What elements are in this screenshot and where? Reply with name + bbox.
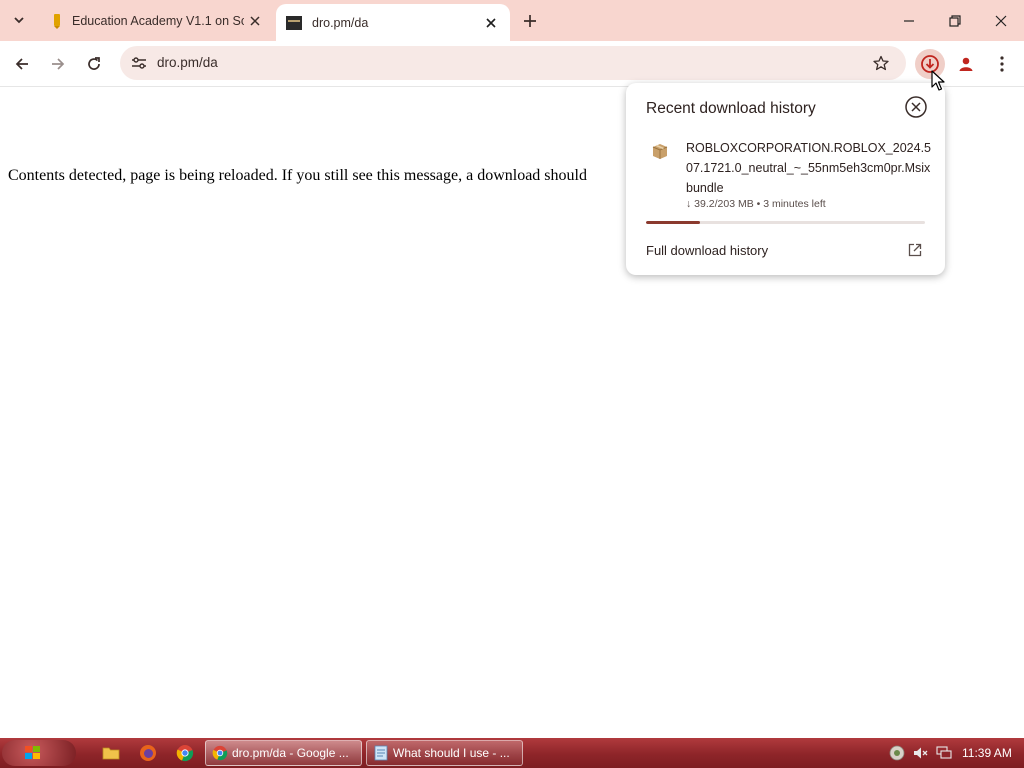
- tab-label: Education Academy V1.1 on Sc: [72, 13, 244, 28]
- close-tab-button[interactable]: [244, 10, 266, 32]
- url-text: dro.pm/da: [157, 55, 218, 70]
- chrome-launcher[interactable]: [174, 743, 196, 763]
- bookmark-button[interactable]: [870, 52, 892, 74]
- site-info-button[interactable]: [128, 52, 150, 74]
- windows-logo-icon: [25, 746, 40, 759]
- tray-app-icon: [889, 745, 905, 761]
- close-tab-button[interactable]: [480, 12, 502, 34]
- chrome-icon: [212, 745, 228, 761]
- plus-icon: [524, 15, 536, 27]
- close-popup-button[interactable]: [904, 95, 928, 119]
- tab-dro-pm[interactable]: dro.pm/da: [276, 4, 510, 41]
- tab-search-button[interactable]: [8, 9, 30, 31]
- page-message: Contents detected, page is being reloade…: [8, 167, 587, 184]
- tune-icon: [132, 57, 146, 69]
- chevron-down-icon: [14, 17, 24, 24]
- download-progress-bar: [646, 221, 925, 224]
- new-tab-button[interactable]: [518, 9, 542, 33]
- taskbar: dro.pm/da - Google ... What should I use…: [0, 738, 1024, 768]
- volume-button[interactable]: [912, 745, 928, 761]
- download-bubble: Recent download history ROBLOXCORPORATIO…: [626, 83, 945, 275]
- network-button[interactable]: [936, 745, 952, 761]
- package-icon: [652, 144, 668, 159]
- download-progress-fill: [646, 221, 700, 224]
- close-window-button[interactable]: [978, 0, 1024, 41]
- reload-icon: [88, 57, 100, 70]
- profile-button[interactable]: [951, 49, 981, 79]
- minimize-icon: [904, 19, 914, 22]
- download-status: ↓ 39.2/203 MB • 3 minutes left: [686, 198, 826, 210]
- download-file-name[interactable]: ROBLOXCORPORATION.ROBLOX_2024.507.1721.0…: [686, 138, 931, 198]
- restore-button[interactable]: [932, 0, 978, 41]
- tray-app-button[interactable]: [889, 745, 905, 761]
- network-icon: [936, 746, 952, 759]
- menu-button[interactable]: [987, 49, 1017, 79]
- site-favicon-icon: [286, 15, 302, 30]
- arrow-left-icon: [15, 58, 28, 70]
- firefox-icon: [140, 745, 156, 761]
- browser-toolbar: dro.pm/da: [0, 41, 1024, 87]
- tab-label: dro.pm/da: [312, 15, 369, 30]
- person-icon: [959, 57, 973, 71]
- taskbar-item-notepad[interactable]: What should I use - ...: [366, 740, 523, 766]
- minimize-button[interactable]: [886, 0, 932, 41]
- close-icon: [995, 15, 1007, 26]
- taskbar-item-label: What should I use - ...: [393, 746, 510, 760]
- chrome-icon: [176, 745, 194, 762]
- address-bar[interactable]: dro.pm/da: [120, 46, 906, 80]
- open-external-button[interactable]: [905, 240, 925, 260]
- restore-icon: [949, 14, 961, 27]
- mouse-cursor-icon: [931, 70, 945, 91]
- clock[interactable]: 11:39 AM: [962, 746, 1012, 760]
- start-button[interactable]: [2, 740, 76, 766]
- firefox-launcher[interactable]: [137, 743, 159, 763]
- tab-strip: Education Academy V1.1 on Sc dro.pm/da: [0, 0, 1024, 41]
- close-icon: [905, 96, 927, 118]
- file-explorer-launcher[interactable]: [100, 743, 122, 763]
- notepad-icon: [374, 745, 388, 761]
- close-icon: [250, 15, 260, 26]
- full-download-history-link[interactable]: Full download history: [646, 243, 768, 258]
- arrow-right-icon: [52, 58, 65, 70]
- more-vertical-icon: [1000, 56, 1004, 72]
- reload-button[interactable]: [79, 49, 109, 79]
- close-icon: [486, 17, 496, 28]
- star-icon: [873, 55, 889, 71]
- folder-icon: [102, 747, 120, 760]
- speaker-muted-icon: [914, 747, 928, 759]
- back-button[interactable]: [7, 49, 37, 79]
- popup-title: Recent download history: [646, 100, 816, 117]
- pencil-icon: [54, 13, 60, 29]
- open-external-icon: [908, 243, 922, 257]
- taskbar-item-chrome[interactable]: dro.pm/da - Google ...: [205, 740, 362, 766]
- tab-education-academy[interactable]: Education Academy V1.1 on Sc: [38, 0, 274, 41]
- forward-button[interactable]: [43, 49, 73, 79]
- taskbar-item-label: dro.pm/da - Google ...: [232, 746, 349, 760]
